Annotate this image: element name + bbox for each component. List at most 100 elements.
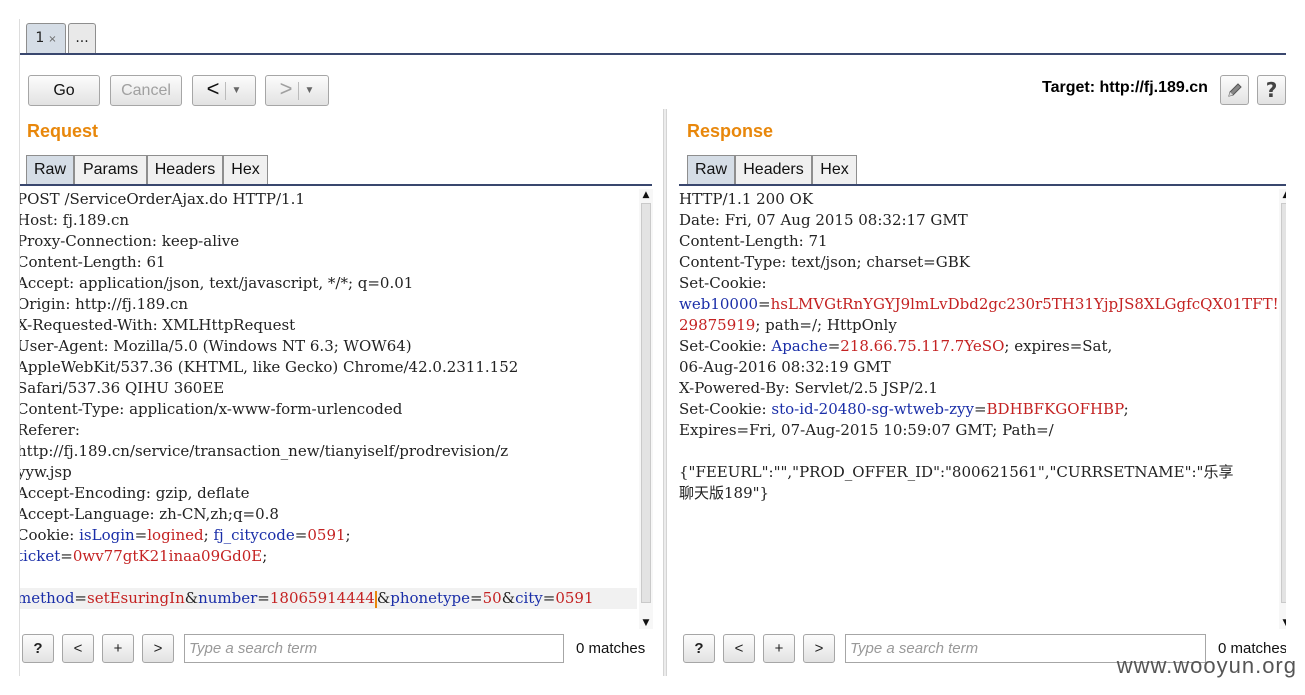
request-line: Accept-Language: zh-CN,zh;q=0.8 xyxy=(19,505,279,523)
separator xyxy=(298,81,300,100)
request-search-help-button[interactable]: ? xyxy=(22,634,54,663)
response-line: 06-Aug-2016 08:32:19 GMT xyxy=(679,358,891,376)
pane-splitter[interactable] xyxy=(663,109,667,676)
watermark: www.wooyun.org xyxy=(1116,653,1297,678)
new-tab-button[interactable]: ... xyxy=(68,23,96,53)
param-key: isLogin xyxy=(79,526,135,544)
param-key: city xyxy=(515,589,543,607)
response-tab-raw[interactable]: Raw xyxy=(687,155,735,185)
request-tab-params[interactable]: Params xyxy=(74,155,147,185)
close-icon[interactable]: × xyxy=(48,34,56,45)
param-key: phonetype xyxy=(390,589,471,607)
request-line: Content-Type: application/x-www-form-url… xyxy=(19,400,403,418)
request-line: X-Requested-With: XMLHttpRequest xyxy=(19,316,296,334)
scroll-thumb[interactable] xyxy=(1281,203,1286,603)
back-button[interactable]: < ▼ xyxy=(192,75,256,106)
text: ; expires=Sat, xyxy=(1004,337,1113,355)
request-line: Referer: xyxy=(19,421,80,439)
request-search-input[interactable]: Type a search term xyxy=(184,634,564,663)
target-label: Target: http://fj.189.cn xyxy=(1042,79,1208,96)
request-line: Content-Length: 61 xyxy=(19,253,166,271)
text: = xyxy=(294,526,308,544)
cookie-line: 29875919; path=/; HttpOnly xyxy=(679,315,1277,336)
pencil-icon xyxy=(1227,83,1242,97)
scroll-down-icon[interactable]: ▼ xyxy=(639,617,653,629)
chevron-down-icon[interactable]: ▼ xyxy=(231,76,241,105)
param-value: setEsuringIn xyxy=(87,589,185,607)
request-title: Request xyxy=(27,121,99,141)
repeater-tab-1[interactable]: 1 × xyxy=(26,23,66,53)
response-search-options-button[interactable]: + xyxy=(763,634,795,663)
param-value: 18065914444 xyxy=(269,589,375,607)
forward-arrow-icon: > xyxy=(279,76,293,101)
param-key: number xyxy=(198,589,258,607)
body-line: method=setEsuringIn&number=18065914444 &p… xyxy=(19,588,637,609)
response-search-prev-button[interactable]: < xyxy=(723,634,755,663)
response-line: Set-Cookie: xyxy=(679,274,767,292)
response-tab-hex[interactable]: Hex xyxy=(812,155,857,185)
text: = xyxy=(74,589,87,607)
help-button[interactable]: ? xyxy=(1257,75,1286,105)
text: Set-Cookie: xyxy=(679,337,772,355)
request-search-prev-button[interactable]: < xyxy=(62,634,94,663)
go-button[interactable]: Go xyxy=(28,75,100,106)
response-line: HTTP/1.1 200 OK xyxy=(679,190,814,208)
cookie-line: Cookie: isLogin=logined; fj_citycode=059… xyxy=(20,525,637,546)
request-line: http://fj.189.cn/service/transaction_new… xyxy=(19,442,509,460)
scroll-up-icon[interactable]: ▲ xyxy=(1279,189,1286,201)
param-key: Apache xyxy=(771,337,828,355)
scroll-thumb[interactable] xyxy=(641,203,651,603)
cookie-line: Set-Cookie: sto-id-20480-sg-wtweb-zyy=BD… xyxy=(679,399,1277,420)
ticket-line: ticket=0wv77gtK21inaa09Gd0E; xyxy=(19,546,637,567)
text: Set-Cookie: xyxy=(679,400,772,418)
request-scrollbar[interactable]: ▲ ▼ xyxy=(639,189,653,629)
burp-repeater-window: 1 × ... Go Cancel < ▼ > ▼ Target: http://fj… xyxy=(19,19,1286,676)
text: = xyxy=(134,526,148,544)
text: = xyxy=(758,295,771,313)
response-line: Date: Fri, 07 Aug 2015 08:32:17 GMT xyxy=(679,211,968,229)
request-editor[interactable]: POST /ServiceOrderAjax.do HTTP/1.1 Host:… xyxy=(19,189,637,631)
response-line: Expires=Fri, 07-Aug-2015 10:59:07 GMT; P… xyxy=(679,421,1054,439)
param-value: 0591 xyxy=(555,589,594,607)
request-matches-count: 0 matches xyxy=(576,640,646,657)
response-search-help-button[interactable]: ? xyxy=(683,634,715,663)
text: & xyxy=(501,589,516,607)
param-key: method xyxy=(19,589,75,607)
response-line: Content-Type: text/json; charset=GBK xyxy=(679,253,970,271)
request-line: User-Agent: Mozilla/5.0 (Windows NT 6.3;… xyxy=(19,337,412,355)
scroll-up-icon[interactable]: ▲ xyxy=(639,189,653,201)
text: = xyxy=(973,400,987,418)
text: ; xyxy=(1123,400,1129,418)
request-search-options-button[interactable]: + xyxy=(102,634,134,663)
text: ; xyxy=(262,547,268,565)
response-search-next-button[interactable]: > xyxy=(803,634,835,663)
request-tab-raw[interactable]: Raw xyxy=(26,155,74,185)
request-tab-headers[interactable]: Headers xyxy=(147,155,223,185)
text: = xyxy=(470,589,483,607)
response-editor[interactable]: HTTP/1.1 200 OK Date: Fri, 07 Aug 2015 0… xyxy=(679,189,1277,631)
text: & xyxy=(184,589,199,607)
scroll-down-icon[interactable]: ▼ xyxy=(1279,617,1286,629)
param-key: ticket xyxy=(19,547,61,565)
cookie-line: Set-Cookie: Apache=218.66.75.117.7YeSO; … xyxy=(679,336,1277,357)
param-value: 218.66.75.117.7YeSO xyxy=(840,337,1005,355)
chevron-down-icon[interactable]: ▼ xyxy=(304,76,314,105)
edit-target-button[interactable] xyxy=(1220,75,1249,105)
forward-button[interactable]: > ▼ xyxy=(265,75,329,106)
text: = xyxy=(60,547,73,565)
cookie-line: web10000=hsLMVGtRnYGYJ9lmLvDbd2gc230r5TH… xyxy=(679,294,1277,315)
request-search-next-button[interactable]: > xyxy=(142,634,174,663)
text: ; xyxy=(345,526,351,544)
tab-label: ... xyxy=(75,30,89,46)
param-value: 29875919 xyxy=(679,316,756,334)
back-arrow-icon: < xyxy=(206,76,220,101)
param-value: logined xyxy=(147,526,204,544)
tab-label: 1 xyxy=(35,30,45,46)
response-tab-headers[interactable]: Headers xyxy=(735,155,812,185)
repeater-tab-strip: 1 × ... xyxy=(20,19,1286,55)
param-value: hsLMVGtRnYGYJ9lmLvDbd2gc230r5TH31YjpJS8X… xyxy=(770,295,1277,313)
request-tab-hex[interactable]: Hex xyxy=(223,155,268,185)
cancel-button[interactable]: Cancel xyxy=(110,75,182,106)
param-key: web10000 xyxy=(679,295,759,313)
response-scrollbar[interactable]: ▲ ▼ xyxy=(1279,189,1286,629)
